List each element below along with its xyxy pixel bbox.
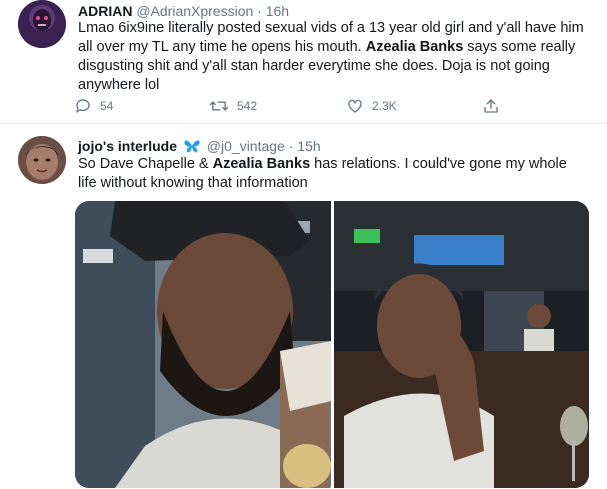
user-handle[interactable]: @AdrianXpression: [136, 3, 253, 19]
media-photo-left[interactable]: [75, 201, 331, 488]
tweet-adrian[interactable]: ADRIAN @AdrianXpression · 16h Lmao 6ix9i…: [0, 0, 607, 124]
reply-count: 54: [100, 99, 114, 113]
display-name[interactable]: ADRIAN: [78, 3, 132, 19]
separator: ·: [257, 3, 262, 19]
display-name[interactable]: jojo's interlude: [78, 138, 177, 154]
highlighted-term: Azealia Banks: [365, 39, 464, 55]
tweet-media[interactable]: [75, 201, 589, 488]
media-photo-right[interactable]: [334, 201, 589, 488]
timestamp[interactable]: 15h: [297, 138, 320, 154]
retweet-count: 542: [237, 99, 258, 113]
timestamp[interactable]: 16h: [266, 3, 289, 19]
highlighted-term: Azealia Banks: [212, 156, 311, 172]
share-icon: [482, 97, 500, 115]
tweet-header: ADRIAN @AdrianXpression · 16h: [78, 2, 289, 20]
tweet-text: So Dave Chapelle & Azealia Banks has rel…: [78, 155, 588, 193]
tweet-actions: 54 542 2.3K: [74, 96, 504, 116]
tweet-text: Lmao 6ix9ine literally posted sexual vid…: [78, 19, 588, 95]
tweet-jojo[interactable]: jojo's interlude @j0_vintage · 15h So Da…: [0, 124, 607, 489]
separator: ·: [288, 138, 294, 154]
tweet-text-part: So Dave Chapelle &: [78, 156, 213, 172]
retweet-icon: [209, 97, 229, 115]
like-button[interactable]: 2.3K: [346, 96, 397, 116]
user-handle[interactable]: @j0_vintage: [207, 138, 285, 154]
reply-button[interactable]: 54: [74, 96, 113, 116]
retweet-button[interactable]: 542: [209, 96, 257, 116]
avatar[interactable]: [18, 0, 66, 48]
reply-icon: [74, 97, 92, 115]
share-button[interactable]: [482, 96, 500, 116]
avatar[interactable]: [18, 136, 66, 184]
heart-icon: [346, 97, 364, 115]
like-count: 2.3K: [372, 99, 397, 113]
